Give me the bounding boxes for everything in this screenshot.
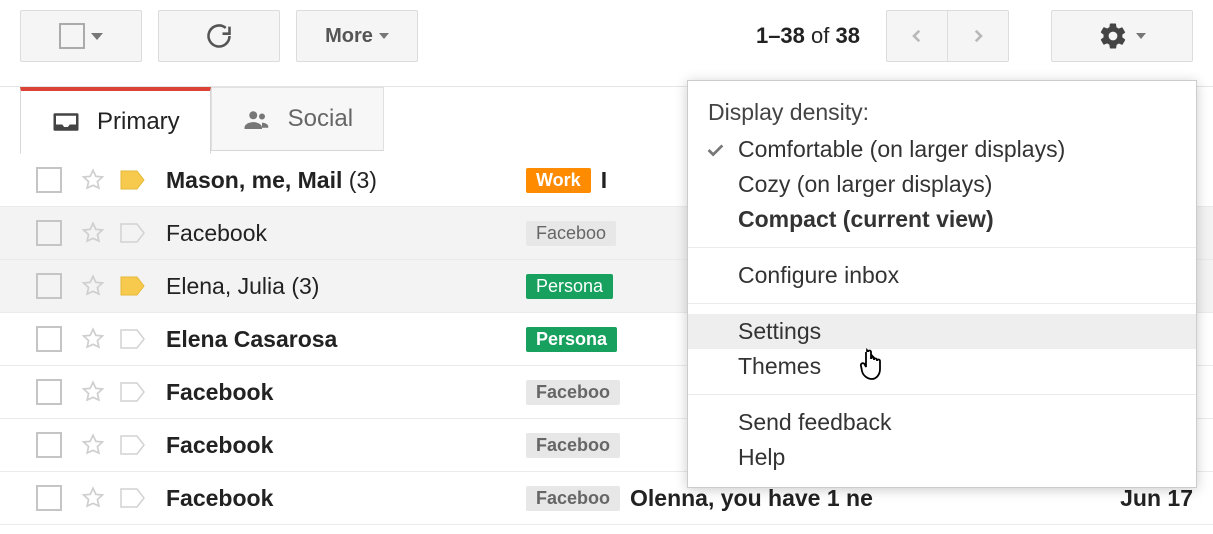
row-checkbox[interactable] — [36, 432, 62, 458]
more-dropdown[interactable]: More — [296, 10, 418, 62]
star-icon[interactable] — [80, 273, 106, 299]
tab-social[interactable]: Social — [211, 87, 384, 151]
row-subject: Olenna, you have 1 ne — [630, 485, 1083, 512]
row-sender: Elena Casarosa — [166, 326, 526, 353]
chevron-down-icon — [91, 33, 103, 40]
menu-send-feedback[interactable]: Send feedback — [688, 405, 1196, 440]
star-icon[interactable] — [80, 326, 106, 352]
inbox-icon — [51, 107, 81, 137]
row-label[interactable]: Persona — [526, 274, 613, 299]
row-sender: Elena, Julia (3) — [166, 273, 526, 300]
menu-header: Display density: — [688, 93, 1196, 132]
row-sender: Facebook — [166, 432, 526, 459]
menu-themes[interactable]: Themes — [688, 349, 1196, 384]
pagination-label: 1–38 of 38 — [756, 23, 860, 49]
menu-configure-inbox[interactable]: Configure inbox — [688, 258, 1196, 293]
select-all-dropdown[interactable] — [20, 10, 142, 62]
important-icon[interactable] — [120, 276, 146, 296]
gear-icon — [1098, 21, 1128, 51]
row-checkbox[interactable] — [36, 485, 62, 511]
important-icon[interactable] — [120, 382, 146, 402]
chevron-right-icon — [969, 23, 987, 49]
menu-density-cozy[interactable]: Cozy (on larger displays) — [688, 167, 1196, 202]
important-icon[interactable] — [120, 223, 146, 243]
row-label[interactable]: Faceboo — [526, 486, 620, 511]
refresh-icon — [205, 22, 233, 50]
row-label[interactable]: Faceboo — [526, 380, 620, 405]
checkbox-icon — [59, 23, 85, 49]
chevron-down-icon — [1136, 33, 1146, 39]
star-icon[interactable] — [80, 432, 106, 458]
row-checkbox[interactable] — [36, 167, 62, 193]
more-label: More — [325, 25, 373, 48]
menu-density-comfortable[interactable]: Comfortable (on larger displays) — [688, 132, 1196, 167]
tab-primary[interactable]: Primary — [20, 87, 211, 154]
settings-dropdown-button[interactable] — [1051, 10, 1193, 62]
row-label[interactable]: Faceboo — [526, 433, 620, 458]
row-sender: Facebook — [166, 220, 526, 247]
row-label[interactable]: Persona — [526, 327, 617, 352]
important-icon[interactable] — [120, 488, 146, 508]
menu-settings[interactable]: Settings — [688, 314, 1196, 349]
star-icon[interactable] — [80, 379, 106, 405]
next-page-button[interactable] — [947, 10, 1009, 62]
row-checkbox[interactable] — [36, 326, 62, 352]
row-checkbox[interactable] — [36, 220, 62, 246]
settings-menu: Display density: Comfortable (on larger … — [687, 80, 1197, 488]
menu-density-compact[interactable]: Compact (current view) — [688, 202, 1196, 237]
menu-help[interactable]: Help — [688, 440, 1196, 475]
important-icon[interactable] — [120, 329, 146, 349]
row-label[interactable]: Work — [526, 168, 591, 193]
chevron-down-icon — [379, 33, 389, 39]
row-sender: Mason, me, Mail (3) — [166, 167, 526, 194]
row-date: Jun 17 — [1083, 485, 1193, 512]
toolbar: More 1–38 of 38 — [0, 0, 1213, 72]
row-checkbox[interactable] — [36, 379, 62, 405]
prev-page-button[interactable] — [886, 10, 948, 62]
row-checkbox[interactable] — [36, 273, 62, 299]
star-icon[interactable] — [80, 167, 106, 193]
tab-label: Social — [288, 105, 353, 133]
important-icon[interactable] — [120, 170, 146, 190]
refresh-button[interactable] — [158, 10, 280, 62]
star-icon[interactable] — [80, 220, 106, 246]
row-sender: Facebook — [166, 485, 526, 512]
check-icon — [704, 139, 726, 161]
star-icon[interactable] — [80, 485, 106, 511]
chevron-left-icon — [908, 23, 926, 49]
people-icon — [242, 104, 272, 134]
row-sender: Facebook — [166, 379, 526, 406]
pagination-nav — [886, 10, 1009, 62]
row-label[interactable]: Faceboo — [526, 221, 616, 246]
tab-label: Primary — [97, 108, 180, 136]
important-icon[interactable] — [120, 435, 146, 455]
